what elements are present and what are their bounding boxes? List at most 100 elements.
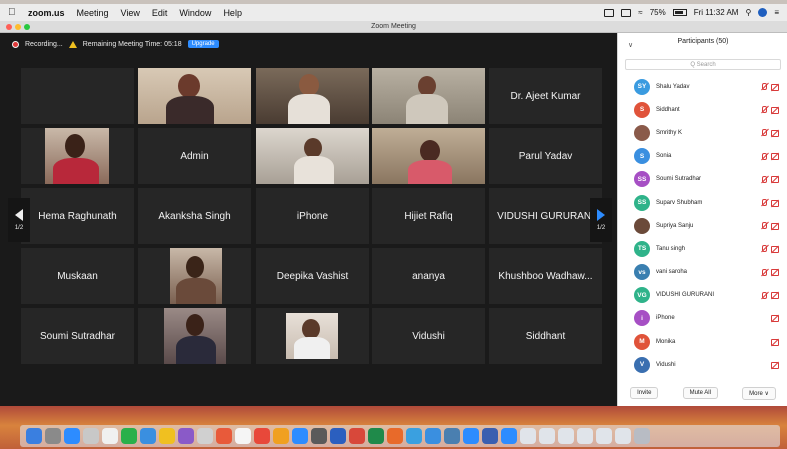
video-tile[interactable] bbox=[138, 308, 251, 364]
video-tile[interactable] bbox=[21, 128, 134, 184]
document-icon[interactable] bbox=[539, 428, 555, 444]
video-tile-active-speaker[interactable] bbox=[372, 68, 485, 124]
photos-icon[interactable] bbox=[159, 428, 175, 444]
document-icon[interactable] bbox=[520, 428, 536, 444]
facetime-icon[interactable] bbox=[140, 428, 156, 444]
ccleaner-icon[interactable] bbox=[406, 428, 422, 444]
preview-icon[interactable] bbox=[444, 428, 460, 444]
video-tile[interactable]: Akanksha Singh bbox=[138, 188, 251, 244]
trash-icon[interactable] bbox=[634, 428, 650, 444]
video-tile[interactable]: Parul Yadav bbox=[489, 128, 602, 184]
contacts-icon[interactable] bbox=[197, 428, 213, 444]
mic-muted-icon[interactable] bbox=[761, 222, 767, 230]
video-off-icon[interactable] bbox=[771, 153, 780, 161]
video-tile[interactable]: Soumi Sutradhar bbox=[21, 308, 134, 364]
recording-label[interactable]: Recording... bbox=[25, 41, 63, 48]
video-tile[interactable]: Hijiet Rafiq bbox=[372, 188, 485, 244]
screens-icon[interactable] bbox=[482, 428, 498, 444]
mail-icon[interactable] bbox=[83, 428, 99, 444]
video-tile[interactable] bbox=[256, 68, 369, 124]
video-off-icon[interactable] bbox=[771, 338, 780, 346]
video-tile[interactable]: VIDUSHI GURURANI bbox=[489, 188, 602, 244]
video-tile[interactable]: Siddhant bbox=[489, 308, 602, 364]
video-tile[interactable] bbox=[138, 248, 251, 304]
safari-icon[interactable] bbox=[64, 428, 80, 444]
menu-view[interactable]: View bbox=[121, 8, 140, 18]
participant-row[interactable]: SS Suparv Shubham bbox=[618, 191, 787, 214]
siri-icon[interactable] bbox=[758, 8, 768, 17]
video-tile[interactable]: Dr. Ajeet Kumar bbox=[489, 68, 602, 124]
video-off-icon[interactable] bbox=[771, 83, 780, 91]
menu-meeting[interactable]: Meeting bbox=[77, 8, 109, 18]
mic-muted-icon[interactable] bbox=[761, 291, 767, 299]
chrome-icon[interactable] bbox=[273, 428, 289, 444]
participant-row[interactable]: M Monika bbox=[618, 330, 787, 353]
notes-icon[interactable] bbox=[235, 428, 251, 444]
participant-row[interactable]: SY Shalu Yadav bbox=[618, 75, 787, 98]
video-off-icon[interactable] bbox=[771, 361, 780, 369]
notification-center-icon[interactable]: ≡ bbox=[774, 8, 779, 17]
participant-row[interactable]: vs vani saroha bbox=[618, 261, 787, 284]
video-off-icon[interactable] bbox=[771, 292, 780, 300]
mic-muted-icon[interactable] bbox=[761, 199, 767, 207]
menu-window[interactable]: Window bbox=[179, 8, 211, 18]
video-tile[interactable]: Admin bbox=[138, 128, 251, 184]
menu-help[interactable]: Help bbox=[223, 8, 242, 18]
participant-row[interactable]: VG VIDUSHI GURURANI bbox=[618, 284, 787, 307]
minimize-window-icon[interactable] bbox=[15, 24, 21, 30]
next-page-button[interactable]: 1/2 bbox=[590, 198, 612, 242]
menu-edit[interactable]: Edit bbox=[152, 8, 168, 18]
zoom-meeting-icon[interactable] bbox=[501, 428, 517, 444]
prev-page-button[interactable]: 1/2 bbox=[8, 198, 30, 242]
participant-row[interactable]: S Siddhant bbox=[618, 98, 787, 121]
video-off-icon[interactable] bbox=[771, 176, 780, 184]
document-icon[interactable] bbox=[596, 428, 612, 444]
apple-icon[interactable]:  bbox=[8, 7, 22, 18]
video-off-icon[interactable] bbox=[771, 245, 780, 253]
battery-icon[interactable] bbox=[672, 9, 687, 16]
mic-muted-icon[interactable] bbox=[761, 245, 767, 253]
powerpoint-icon[interactable] bbox=[349, 428, 365, 444]
zoom-status-icon[interactable] bbox=[604, 8, 615, 17]
video-tile[interactable] bbox=[138, 68, 251, 124]
system-preferences-icon[interactable] bbox=[311, 428, 327, 444]
zoom-app-icon[interactable] bbox=[463, 428, 479, 444]
participant-row[interactable]: Supriya Sanju bbox=[618, 214, 787, 237]
teams-icon[interactable] bbox=[425, 428, 441, 444]
display-icon[interactable] bbox=[621, 8, 632, 17]
video-tile[interactable] bbox=[256, 128, 369, 184]
participant-row[interactable]: Smrithy K bbox=[618, 121, 787, 144]
mic-muted-icon[interactable] bbox=[761, 268, 767, 276]
document-icon[interactable] bbox=[577, 428, 593, 444]
video-tile[interactable] bbox=[256, 308, 369, 364]
mic-muted-icon[interactable] bbox=[761, 152, 767, 160]
opera-icon[interactable] bbox=[387, 428, 403, 444]
menu-app[interactable]: zoom.us bbox=[28, 8, 65, 18]
chevron-down-icon[interactable]: ∨ bbox=[628, 41, 633, 49]
video-off-icon[interactable] bbox=[771, 315, 780, 323]
video-tile[interactable]: ananya bbox=[372, 248, 485, 304]
video-tile[interactable]: Muskaan bbox=[21, 248, 134, 304]
close-window-icon[interactable] bbox=[6, 24, 12, 30]
video-tile[interactable]: iPhone bbox=[256, 188, 369, 244]
participant-row[interactable]: i iPhone bbox=[618, 307, 787, 330]
video-tile[interactable] bbox=[372, 128, 485, 184]
participant-row[interactable]: S Sonia bbox=[618, 145, 787, 168]
word-icon[interactable] bbox=[330, 428, 346, 444]
video-tile[interactable]: Deepika Vashist bbox=[256, 248, 369, 304]
music-icon[interactable] bbox=[254, 428, 270, 444]
mic-muted-icon[interactable] bbox=[761, 83, 767, 91]
wifi-icon[interactable]: ≈ bbox=[638, 8, 642, 17]
invite-button[interactable]: Invite bbox=[630, 387, 659, 399]
participant-row[interactable]: TS Tanu singh bbox=[618, 237, 787, 260]
mic-muted-icon[interactable] bbox=[761, 175, 767, 183]
video-off-icon[interactable] bbox=[771, 269, 780, 277]
finder-icon[interactable] bbox=[26, 428, 42, 444]
video-off-icon[interactable] bbox=[771, 129, 780, 137]
itunes-icon[interactable] bbox=[178, 428, 194, 444]
video-tile[interactable] bbox=[21, 68, 134, 124]
spotlight-icon[interactable]: ⚲ bbox=[745, 8, 751, 17]
participant-row[interactable]: SS Soumi Sutradhar bbox=[618, 168, 787, 191]
launchpad-icon[interactable] bbox=[45, 428, 61, 444]
zoom-window-icon[interactable] bbox=[24, 24, 30, 30]
